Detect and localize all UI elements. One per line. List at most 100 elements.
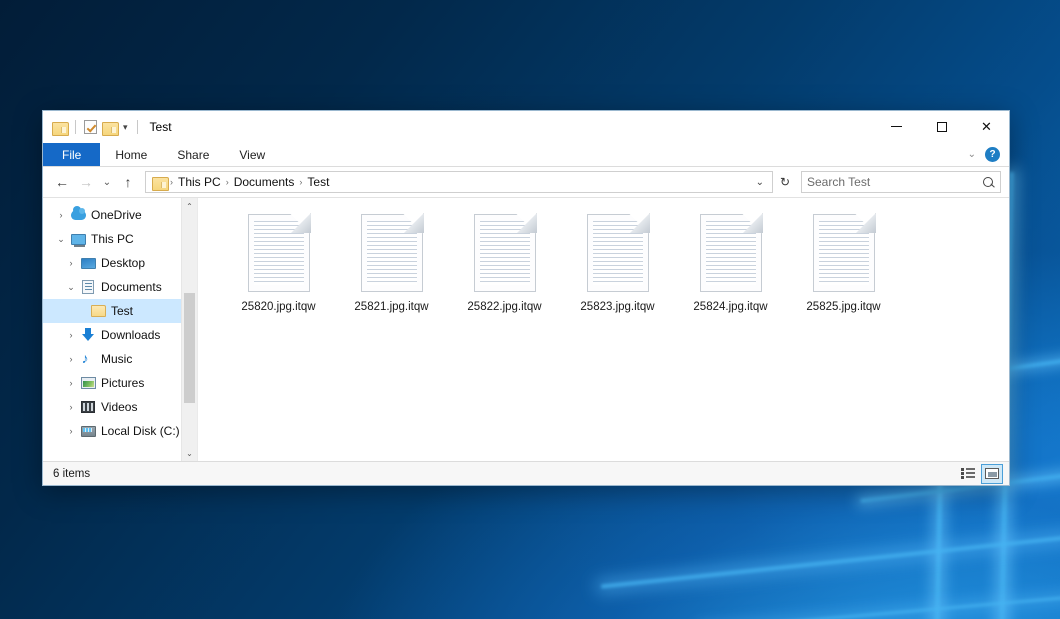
file-item[interactable]: 25822.jpg.itqw [448,210,561,320]
breadcrumb-documents[interactable]: Documents [230,175,299,189]
wallpaper-glow-line [701,596,1060,619]
address-bar-row: ← → ⌄ ↑ › This PC › Documents › Test ⌄ ↻… [43,167,1009,197]
view-mode-buttons [957,464,1003,484]
sidebar-item-music[interactable]: › ♪ Music [43,347,197,371]
title-bar[interactable]: ▾ Test ✕ [43,111,1009,143]
chevron-right-icon[interactable]: › [63,403,79,412]
close-button[interactable]: ✕ [964,111,1009,142]
chevron-right-icon[interactable]: › [63,331,79,340]
search-input[interactable]: Search Test [807,175,982,189]
generic-file-icon [248,214,310,292]
file-item[interactable]: 25820.jpg.itqw [222,210,335,320]
desktop-icon [79,258,97,269]
navigation-tree: › OneDrive ⌄ This PC › Desktop ⌄ [43,198,197,443]
file-item[interactable]: 25823.jpg.itqw [561,210,674,320]
chevron-down-icon[interactable]: ⌄ [750,177,770,188]
help-icon[interactable]: ? [985,147,1000,162]
file-list-pane[interactable]: 25820.jpg.itqw 25821.jpg.itqw 25822.jpg.… [198,198,1009,461]
pictures-icon [79,377,97,389]
minimize-button[interactable] [874,111,919,142]
large-icons-view-button[interactable] [981,464,1003,484]
download-icon [79,328,97,342]
generic-file-icon [813,214,875,292]
minimize-icon [891,126,902,127]
chevron-down-icon[interactable]: ▾ [122,123,129,132]
breadcrumb-this-pc[interactable]: This PC [174,175,225,189]
ribbon-right-controls: ⌄ ? [968,143,1009,166]
chevron-down-icon[interactable]: ⌄ [63,283,79,292]
scrollbar-thumb[interactable] [184,293,195,403]
generic-file-icon [700,214,762,292]
folder-icon [152,176,167,189]
refresh-button[interactable]: ↻ [775,171,795,193]
navigation-scrollbar[interactable]: ⌃ ⌄ [181,198,197,461]
sidebar-item-label: Desktop [101,256,145,270]
sidebar-item-label: Videos [101,400,137,414]
file-grid: 25820.jpg.itqw 25821.jpg.itqw 25822.jpg.… [198,198,1009,320]
sidebar-item-videos[interactable]: › Videos [43,395,197,419]
videos-icon [79,401,97,413]
chevron-right-icon[interactable]: › [63,259,79,268]
sidebar-item-test[interactable]: Test [43,299,197,323]
window-controls: ✕ [874,111,1009,143]
back-button[interactable]: ← [51,171,73,193]
file-name: 25823.jpg.itqw [580,301,654,314]
chevron-down-icon[interactable]: ⌄ [53,235,69,244]
cloud-icon [69,210,87,220]
file-explorer-window: ▾ Test ✕ File Home Share View ⌄ ? ← → ⌄ … [42,110,1010,486]
sidebar-item-downloads[interactable]: › Downloads [43,323,197,347]
documents-icon [79,280,97,294]
folder-icon[interactable] [52,121,67,134]
tab-view[interactable]: View [224,143,280,166]
quick-access-toolbar: ▾ Test [43,120,172,134]
properties-checkbox-icon[interactable] [84,120,97,134]
tab-share[interactable]: Share [162,143,224,166]
up-button[interactable]: ↑ [117,171,139,193]
scroll-down-arrow-icon[interactable]: ⌄ [182,445,197,461]
sidebar-item-this-pc[interactable]: ⌄ This PC [43,227,197,251]
sidebar-item-label: Pictures [101,376,144,390]
generic-file-icon [587,214,649,292]
details-view-button[interactable] [957,464,979,484]
chevron-right-icon[interactable]: › [63,355,79,364]
forward-button: → [75,171,97,193]
status-bar: 6 items [43,461,1009,485]
item-count-label: 6 items [53,468,90,480]
sidebar-item-pictures[interactable]: › Pictures [43,371,197,395]
maximize-button[interactable] [919,111,964,142]
recent-locations-button[interactable]: ⌄ [99,171,115,193]
chevron-right-icon[interactable]: › [63,427,79,436]
file-name: 25825.jpg.itqw [806,301,880,314]
maximize-icon [937,122,947,132]
details-view-icon [961,468,975,479]
sidebar-item-label: This PC [91,232,134,246]
chevron-right-icon[interactable]: › [53,211,69,220]
scroll-up-arrow-icon[interactable]: ⌃ [182,198,197,214]
music-icon: ♪ [79,352,97,366]
sidebar-item-documents[interactable]: ⌄ Documents [43,275,197,299]
sidebar-item-label: OneDrive [91,208,142,222]
address-bar[interactable]: › This PC › Documents › Test ⌄ [145,171,773,193]
file-item[interactable]: 25825.jpg.itqw [787,210,900,320]
search-box[interactable]: Search Test [801,171,1001,193]
qat-separator [75,120,76,134]
sidebar-item-onedrive[interactable]: › OneDrive [43,203,197,227]
chevron-down-icon[interactable]: ⌄ [968,149,976,160]
tab-file[interactable]: File [43,143,100,166]
tab-home[interactable]: Home [100,143,162,166]
new-folder-icon[interactable] [102,121,117,134]
large-icons-view-icon [985,468,999,479]
search-icon[interactable] [982,176,995,189]
file-item[interactable]: 25821.jpg.itqw [335,210,448,320]
window-body: › OneDrive ⌄ This PC › Desktop ⌄ [43,197,1009,461]
sidebar-item-label: Documents [101,280,162,294]
generic-file-icon [361,214,423,292]
chevron-right-icon[interactable]: › [63,379,79,388]
sidebar-item-local-disk-c[interactable]: › Local Disk (C:) [43,419,197,443]
sidebar-item-desktop[interactable]: › Desktop [43,251,197,275]
breadcrumb-test[interactable]: Test [303,175,333,189]
window-title: Test [150,120,172,134]
file-item[interactable]: 25824.jpg.itqw [674,210,787,320]
sidebar-item-label: Music [101,352,132,366]
ribbon-tab-bar: File Home Share View ⌄ ? [43,143,1009,167]
